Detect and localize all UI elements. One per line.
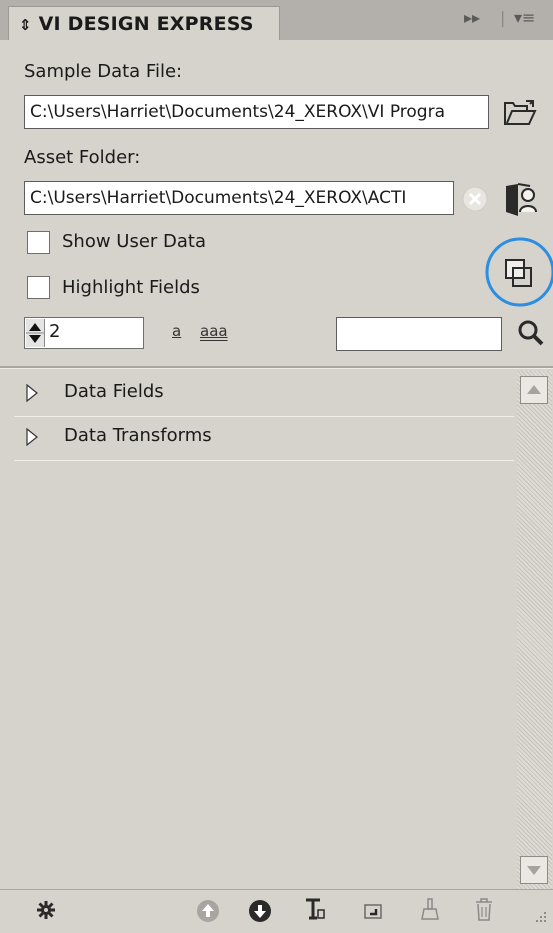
clear-x-icon[interactable] — [462, 186, 488, 212]
arrange-layers-button[interactable] — [484, 228, 553, 312]
folder-open-icon[interactable] — [502, 99, 538, 127]
expand-triangle-icon[interactable] — [26, 384, 38, 402]
stepper-arrows[interactable] — [26, 319, 45, 347]
expand-triangle-icon[interactable] — [26, 428, 38, 446]
tree-item-data-transforms[interactable]: Data Transforms — [14, 416, 514, 461]
stepper-value[interactable]: 2 — [49, 321, 60, 342]
panel-title: VI DESIGN EXPRESS — [38, 13, 254, 35]
search-input[interactable] — [336, 317, 502, 351]
scroll-down-button[interactable] — [520, 856, 548, 884]
panel-divider-highlight — [0, 368, 553, 369]
highlight-fields-label: Highlight Fields — [62, 277, 200, 298]
panel-tab[interactable]: ⇕ VI DESIGN EXPRESS — [8, 6, 280, 40]
text-size-large-button[interactable]: aaa — [200, 322, 228, 340]
highlight-fields-checkbox[interactable] — [27, 276, 50, 299]
panel-footer — [0, 889, 553, 933]
titlebar-separator: | — [500, 8, 506, 27]
text-size-small-button[interactable]: a — [172, 322, 181, 340]
clean-icon[interactable] — [420, 897, 440, 923]
panel-menu-icon[interactable]: ▾≡ — [514, 8, 535, 27]
scroll-up-button[interactable] — [520, 376, 548, 404]
panel-collapse-icon[interactable]: ⇕ — [19, 16, 32, 34]
show-user-data-checkbox[interactable] — [27, 231, 50, 254]
move-up-icon[interactable] — [196, 899, 220, 923]
vertical-scrollbar[interactable] — [517, 371, 552, 889]
asset-folder-label: Asset Folder: — [24, 147, 141, 168]
asset-folder-path-field[interactable]: C:\Users\Harriet\Documents\24_XEROX\ACTI — [24, 181, 454, 215]
text-frame-icon[interactable] — [304, 898, 326, 922]
expand-panel-icon[interactable]: ▸▸ — [464, 8, 480, 27]
folder-person-icon[interactable] — [500, 180, 540, 218]
tree-item-label: Data Fields — [64, 381, 164, 402]
font-size-stepper[interactable]: 2 — [24, 317, 144, 349]
search-icon[interactable] — [516, 318, 546, 348]
sample-data-path-field[interactable]: C:\Users\Harriet\Documents\24_XEROX\VI P… — [24, 95, 489, 129]
trash-icon[interactable] — [474, 897, 494, 923]
panel-titlebar: ⇕ VI DESIGN EXPRESS ▸▸ | ▾≡ — [0, 0, 553, 40]
show-user-data-label: Show User Data — [62, 231, 207, 252]
resize-grip-icon[interactable] — [532, 910, 548, 926]
tree-item-label: Data Transforms — [64, 425, 212, 446]
tree-item-data-fields[interactable]: Data Fields — [14, 372, 514, 417]
sample-data-label: Sample Data File: — [24, 61, 183, 82]
image-frame-icon[interactable] — [364, 904, 384, 920]
move-down-icon[interactable] — [248, 899, 272, 923]
gear-icon[interactable] — [36, 900, 56, 920]
